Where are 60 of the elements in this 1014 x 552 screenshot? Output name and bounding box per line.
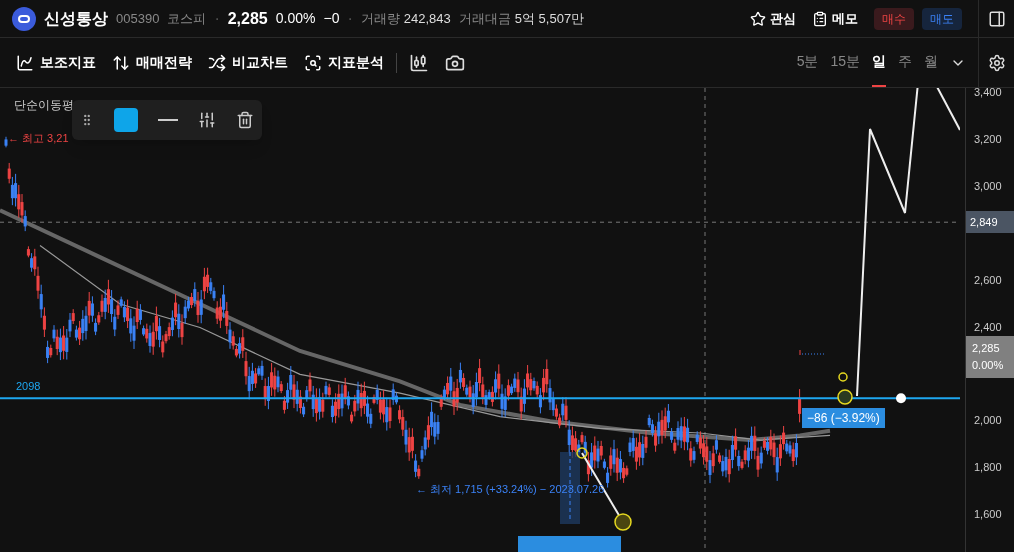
axis-label: 3,400	[974, 87, 1002, 98]
change-percent: 0.00%	[275, 9, 316, 28]
volume-value: 242,843	[403, 9, 451, 28]
toolbar-button[interactable]: 보조지표	[16, 52, 96, 73]
shuffle-icon	[208, 53, 226, 72]
zigzag-line[interactable]	[856, 88, 919, 397]
indicator-label: 단순이동평	[14, 97, 74, 114]
period-tab[interactable]: 5분	[796, 38, 819, 87]
memo-button[interactable]: 메모	[812, 8, 858, 29]
candlestick-icon[interactable]	[409, 52, 429, 73]
axis-label: 1,800	[974, 462, 1002, 474]
low-price-label: ← 최저 1,715 (+33.24%) − 2023.07.26	[416, 482, 605, 497]
current-price: 2,285	[972, 340, 1001, 356]
period-tab[interactable]: 주	[898, 38, 912, 87]
sell-button[interactable]: 매도	[922, 7, 962, 30]
clipboard-icon	[812, 10, 828, 27]
logo-icon	[12, 6, 36, 31]
settings-icon[interactable]	[987, 53, 1006, 72]
color-swatch[interactable]	[114, 108, 138, 132]
watchlist-button[interactable]: 관심	[750, 8, 796, 29]
high-price-label: ← 최고 3,21	[8, 131, 69, 146]
period-tab[interactable]: 일	[872, 38, 886, 87]
trash-icon[interactable]	[236, 111, 254, 129]
delta-badge: −86 (−3.92%)	[802, 408, 885, 428]
period-tab[interactable]: 15분	[830, 38, 860, 87]
horizontal-line[interactable]	[0, 397, 960, 400]
current-change: 0.00%	[972, 357, 1005, 373]
anchor-handle[interactable]	[837, 372, 853, 405]
price-text: 2,285	[227, 8, 268, 29]
trade-value-label: 거래대금	[458, 9, 511, 28]
separator-dot: ·	[214, 8, 220, 29]
mini-candles-drawing	[799, 349, 827, 356]
market-label: 코스피	[167, 9, 207, 28]
zigzag-line[interactable]	[934, 88, 960, 131]
period-tab[interactable]: 월	[924, 38, 938, 87]
separator-dot: ·	[347, 8, 353, 29]
line-price-label: 2098	[16, 379, 41, 394]
toolbar-button[interactable]: 지표분석	[304, 52, 384, 73]
stock-name: 신성통상	[44, 8, 108, 29]
toolbar-button[interactable]: 매매전략	[112, 52, 192, 73]
panel-toggle-icon[interactable]	[987, 9, 1006, 28]
line-handle[interactable]	[896, 393, 906, 404]
buy-button[interactable]: 매수	[874, 7, 914, 30]
axis-label: 2,400	[974, 321, 1002, 333]
toolbar-button[interactable]: 비교차트	[208, 52, 288, 73]
sliders-icon[interactable]	[198, 111, 216, 129]
change-value: −0	[323, 9, 340, 28]
line-chart-icon	[16, 53, 34, 72]
star-icon	[750, 10, 766, 27]
volume-label: 거래량	[360, 9, 400, 28]
axis-label: 3,200	[974, 133, 1002, 145]
up-down-arrows-icon	[112, 53, 130, 72]
trade-value: 5억 5,507만	[514, 9, 585, 28]
axis-label: 2,600	[974, 274, 1002, 286]
axis-label: 2,000	[974, 415, 1002, 427]
crosshair-price-tag: 2,849	[966, 211, 1014, 234]
axis-label: 3,000	[974, 180, 1002, 192]
scan-search-icon	[304, 53, 322, 72]
axis-label: 1,600	[974, 509, 1002, 521]
stock-code: 005390	[116, 9, 160, 28]
